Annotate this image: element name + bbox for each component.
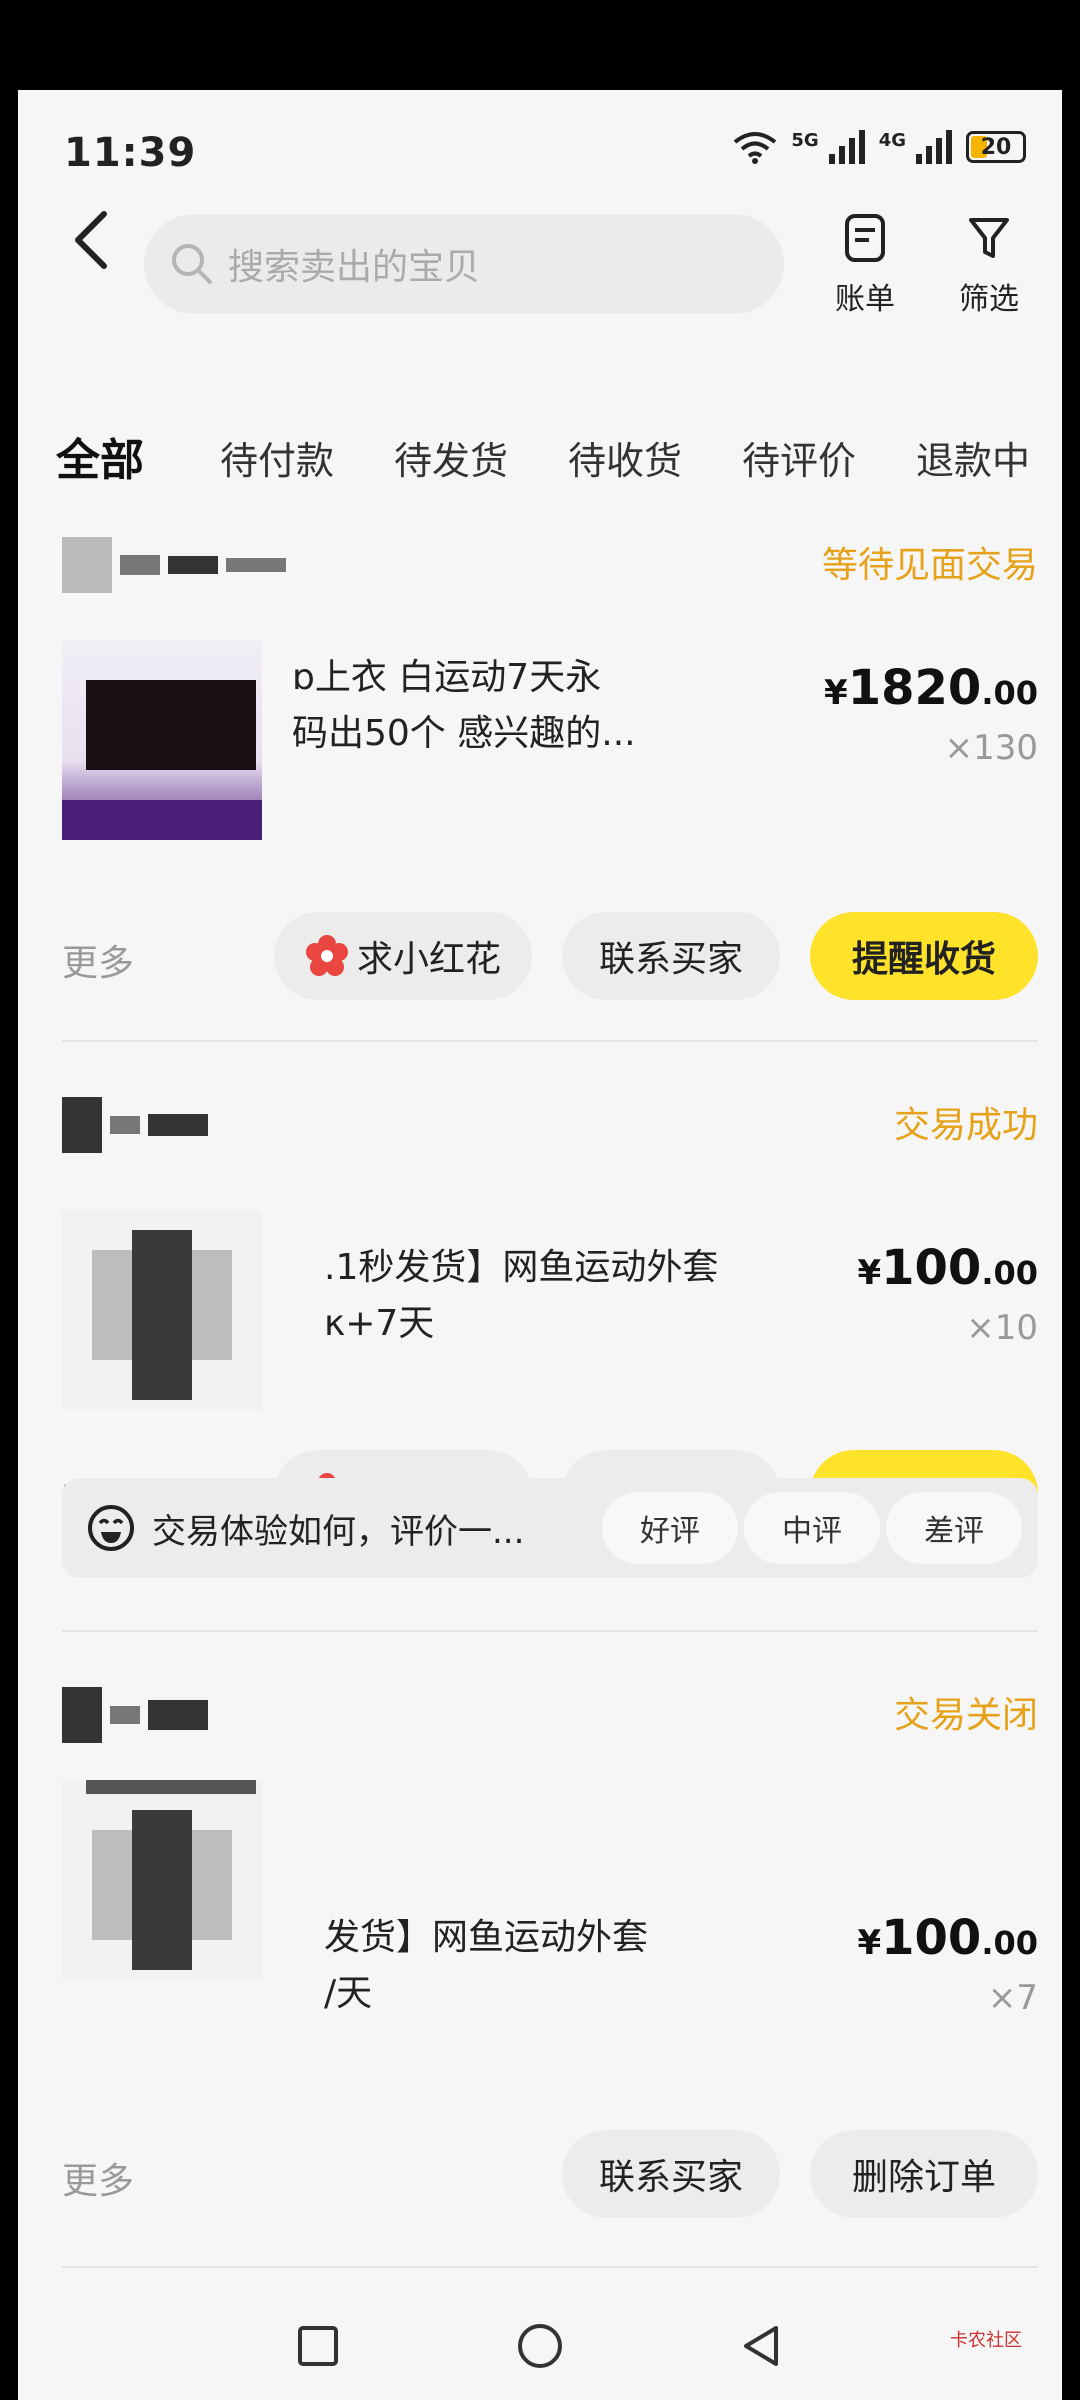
system-nav-bar: 卡农社区 <box>18 2286 1062 2400</box>
order-status: 交易成功 <box>893 1105 1038 1146</box>
tab-pending-receipt[interactable]: 待收货 <box>568 430 682 485</box>
app-screen: 11:39 5G 4G 20 搜索卖出的宝贝 账单 筛选 全部 待付款 待发货 … <box>18 90 1062 2400</box>
remind-receipt-button[interactable]: 提醒收货 <box>810 912 1038 1000</box>
product-title: 发货】网鱼运动外套 /天 <box>324 1917 649 2014</box>
product-thumbnail[interactable] <box>62 640 262 840</box>
tab-pending-payment[interactable]: 待付款 <box>220 430 334 485</box>
product-quantity: ×10 <box>966 1308 1038 1348</box>
bill-label: 账单 <box>835 282 895 317</box>
product-thumbnail[interactable] <box>62 1780 262 1980</box>
battery-icon: 20 <box>966 131 1026 163</box>
request-flower-button[interactable]: 求小红花 <box>274 912 532 1000</box>
product-thumbnail[interactable] <box>62 1210 262 1410</box>
seller-name-redacted <box>110 1116 140 1134</box>
more-button[interactable]: 更多 <box>62 934 134 986</box>
watermark: 卡农社区 <box>950 2330 1022 2351</box>
neutral-review-button[interactable]: 中评 <box>744 1492 880 1564</box>
recent-apps-button[interactable] <box>288 2316 348 2376</box>
product-quantity: ×7 <box>987 1978 1038 2018</box>
square-icon <box>298 2326 338 2366</box>
review-prompt: 交易体验如何，评价一... 好评 中评 差评 <box>62 1478 1038 1578</box>
signal-4g-icon <box>916 130 952 164</box>
order-card[interactable]: 交易关闭 发货】网鱼运动外套 /天 ¥100.00 ×7 更多 联系买家 删除订… <box>62 1680 1038 2220</box>
product-price: ¥100.00 <box>857 1240 1038 1296</box>
flower-icon <box>305 935 348 976</box>
delete-order-button[interactable]: 删除订单 <box>810 2130 1038 2218</box>
network-4g-label: 4G <box>878 130 906 151</box>
divider <box>62 1630 1038 1632</box>
order-card[interactable]: 等待见面交易 ɒ上衣 白运动7天永 码出50个 感兴趣的... ¥1820.00… <box>62 530 1038 1000</box>
avatar <box>62 537 112 593</box>
divider <box>62 1040 1038 1042</box>
circle-icon <box>518 2324 562 2368</box>
search-placeholder: 搜索卖出的宝贝 <box>228 247 481 288</box>
bad-review-button[interactable]: 差评 <box>886 1492 1022 1564</box>
network-5g-label: 5G <box>791 130 819 151</box>
order-tabs: 全部 待付款 待发货 待收货 待评价 退款中 <box>18 430 1062 510</box>
contact-buyer-button[interactable]: 联系买家 <box>562 912 780 1000</box>
wifi-icon <box>734 132 777 164</box>
seller-info <box>62 1090 208 1160</box>
filter-button[interactable]: 筛选 <box>944 212 1034 318</box>
tab-refunding[interactable]: 退款中 <box>916 430 1030 485</box>
product-title: ɒ上衣 白运动7天永 码出50个 感兴趣的... <box>292 657 636 754</box>
contact-buyer-button[interactable]: 联系买家 <box>562 2130 780 2218</box>
home-button[interactable] <box>510 2316 570 2376</box>
bill-button[interactable]: 账单 <box>820 212 910 318</box>
battery-level: 20 <box>980 134 1012 160</box>
back-nav-button[interactable] <box>732 2316 792 2376</box>
review-prompt-text: 交易体验如何，评价一... <box>152 1511 525 1552</box>
status-time: 11:39 <box>64 130 197 176</box>
tab-pending-shipment[interactable]: 待发货 <box>394 430 508 485</box>
filter-icon <box>969 218 1009 258</box>
seller-info <box>62 1680 208 1750</box>
signal-5g-icon <box>828 130 865 164</box>
tab-all[interactable]: 全部 <box>56 424 144 488</box>
smile-icon <box>88 1505 134 1551</box>
avatar <box>62 1097 102 1153</box>
status-icons: 5G 4G 20 <box>733 130 1026 164</box>
more-button[interactable]: 更多 <box>62 2152 134 2204</box>
seller-info <box>62 530 286 600</box>
product-quantity: ×130 <box>944 728 1038 768</box>
avatar <box>62 1687 102 1743</box>
seller-name-redacted <box>120 555 160 575</box>
search-input[interactable]: 搜索卖出的宝贝 <box>144 214 784 314</box>
product-title: .1秒发货】网鱼运动外套 κ+7天 <box>324 1247 719 1344</box>
back-button[interactable] <box>62 200 122 280</box>
order-status: 等待见面交易 <box>821 545 1038 586</box>
triangle-back-icon <box>744 2326 778 2366</box>
order-card[interactable]: 交易成功 .1秒发货】网鱼运动外套 κ+7天 ¥100.00 ×10 更多 求小… <box>62 1090 1038 1538</box>
filter-label: 筛选 <box>959 282 1019 317</box>
order-status: 交易关闭 <box>893 1695 1038 1736</box>
product-price: ¥100.00 <box>857 1910 1038 1966</box>
search-icon <box>172 244 212 284</box>
status-bar: 11:39 5G 4G 20 <box>18 90 1062 220</box>
good-review-button[interactable]: 好评 <box>602 1492 738 1564</box>
chevron-left-icon <box>75 211 107 269</box>
bill-icon <box>845 214 885 262</box>
tab-pending-review[interactable]: 待评价 <box>742 430 856 485</box>
product-price: ¥1820.00 <box>824 660 1038 716</box>
seller-name-redacted <box>110 1706 140 1724</box>
divider <box>62 2266 1038 2268</box>
